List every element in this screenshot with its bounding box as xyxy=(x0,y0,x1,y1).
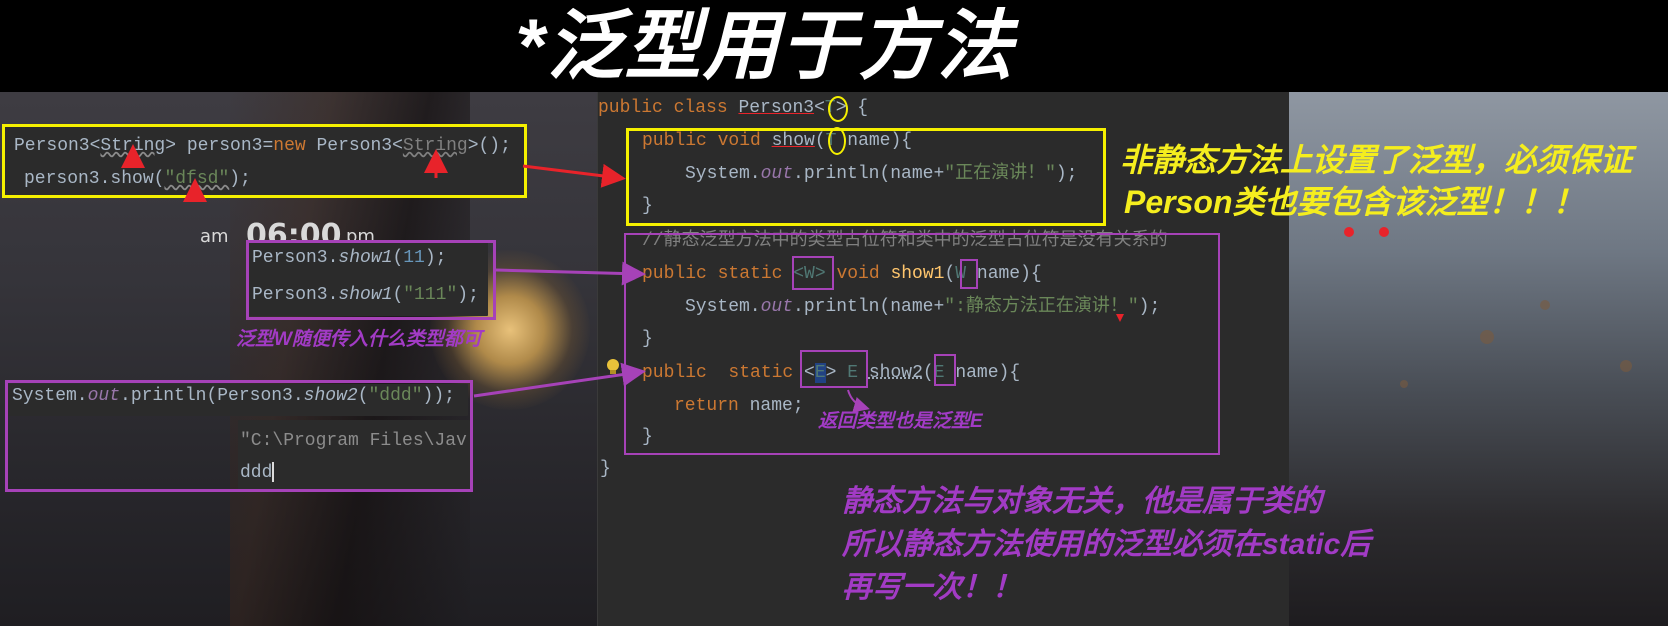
annotation-arrows xyxy=(121,144,1389,413)
purple-arrow-to-return-note xyxy=(847,389,870,413)
red-dots xyxy=(1116,227,1389,322)
red-arrow-up-string xyxy=(121,144,448,202)
red-arrow-to-show xyxy=(522,163,626,188)
purple-arrow-to-show1 xyxy=(495,261,646,286)
purple-arrow-to-show2 xyxy=(473,362,646,398)
